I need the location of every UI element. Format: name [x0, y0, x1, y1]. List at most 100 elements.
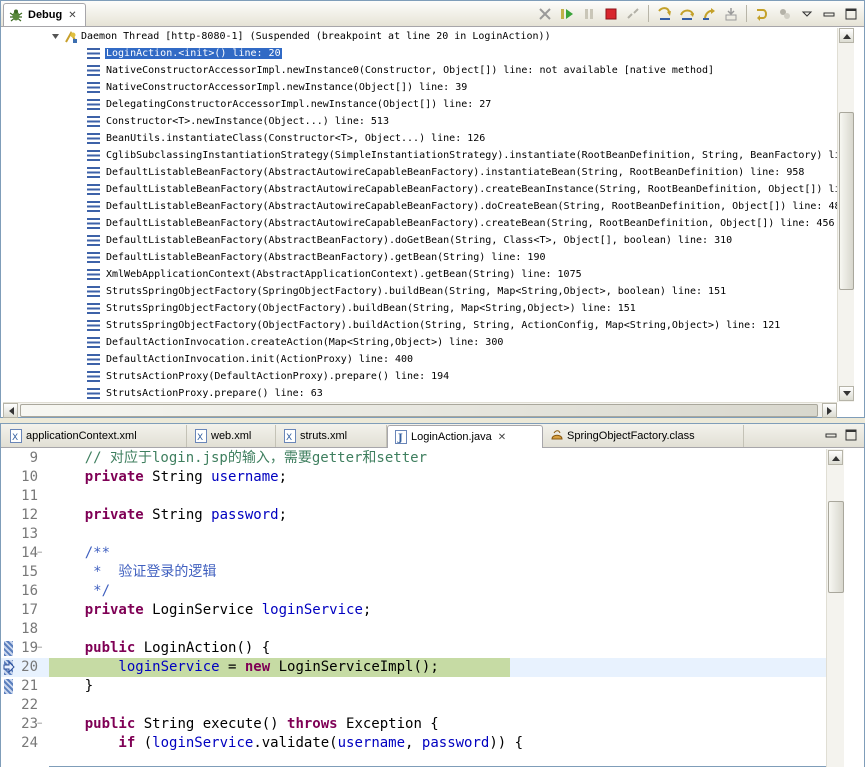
code-line[interactable]: 15 * 验证登录的逻辑 [1, 563, 826, 582]
stack-frame-row[interactable]: DefaultListableBeanFactory(AbstractAutow… [87, 181, 837, 198]
stack-frame-label: DefaultListableBeanFactory(AbstractAutow… [106, 218, 835, 229]
resume-icon[interactable] [557, 4, 576, 23]
code-line[interactable]: 14− /** [1, 544, 826, 563]
fold-toggle-icon[interactable]: − [37, 644, 46, 653]
stack-frame-row[interactable]: DefaultListableBeanFactory(AbstractBeanF… [87, 249, 837, 266]
stack-frame-row[interactable]: DefaultActionInvocation.createAction(Map… [87, 334, 837, 351]
stack-frame-row[interactable]: DefaultListableBeanFactory(AbstractAutow… [87, 198, 837, 215]
scroll-up-arrow[interactable] [839, 28, 854, 43]
editor-vertical-scrollbar[interactable] [826, 449, 844, 767]
breakpoint-marker[interactable] [4, 641, 13, 656]
stack-frame-row[interactable]: DefaultListableBeanFactory(AbstractAutow… [87, 164, 837, 181]
stack-frame-row[interactable]: StrutsSpringObjectFactory(ObjectFactory)… [87, 300, 837, 317]
scroll-left-arrow[interactable] [3, 403, 18, 418]
tab-struts-xml[interactable]: X struts.xml [277, 425, 387, 447]
code-text: } [51, 677, 93, 696]
terminate-icon[interactable] [601, 4, 620, 23]
suspend-icon[interactable] [579, 4, 598, 23]
debug-stack-tree[interactable]: Daemon Thread [http-8080-1] (Suspended (… [3, 28, 837, 401]
stack-frame-row[interactable]: XmlWebApplicationContext(AbstractApplica… [87, 266, 837, 283]
code-line[interactable]: 17 private LoginService loginService; [1, 601, 826, 620]
tab-loginaction-java[interactable]: J LoginAction.java ✕ [387, 425, 543, 448]
stack-frame-row[interactable]: BeanUtils.instantiateClass(Constructor<T… [87, 130, 837, 147]
debug-tab[interactable]: Debug ✕ [3, 3, 86, 26]
code-line[interactable]: 21 } [1, 677, 826, 696]
code-line[interactable]: 9 // 对应于login.jsp的输入，需要getter和setter [1, 449, 826, 468]
code-token: Exception { [337, 716, 439, 732]
view-menu-icon[interactable] [775, 4, 794, 23]
scroll-thumb[interactable] [20, 404, 818, 417]
code-line[interactable]: 11 [1, 487, 826, 506]
stack-frame-row[interactable]: NativeConstructorAccessorImpl.newInstanc… [87, 62, 837, 79]
code-line[interactable]: 12 private String password; [1, 506, 826, 525]
maximize-icon[interactable] [844, 428, 858, 442]
close-icon[interactable]: ✕ [498, 432, 506, 443]
xml-file-icon: X [9, 429, 22, 443]
stack-frame-row[interactable]: LoginAction.<init>() line: 20 [87, 45, 837, 62]
minimize-icon[interactable] [824, 428, 838, 442]
code-token: .validate( [253, 735, 338, 751]
code-line[interactable]: 19− public LoginAction() { [1, 639, 826, 658]
fold-toggle-icon[interactable]: − [37, 549, 46, 558]
scroll-up-arrow[interactable] [828, 450, 843, 465]
remove-terminated-icon[interactable] [535, 4, 554, 23]
fold-toggle-icon[interactable]: − [37, 720, 46, 729]
code-line[interactable]: 16 */ [1, 582, 826, 601]
stack-frame-icon [87, 303, 100, 314]
stack-frame-icon [87, 269, 100, 280]
code-token: , [405, 735, 422, 751]
code-text: public String execute() throws Exception… [51, 715, 439, 734]
code-text: if (loginService.validate(username, pass… [51, 734, 523, 753]
xml-file-icon: X [194, 429, 207, 443]
drop-to-frame-icon[interactable] [721, 4, 740, 23]
maximize-icon[interactable] [841, 4, 860, 23]
scroll-down-arrow[interactable] [839, 386, 854, 401]
stack-frame-label: DefaultListableBeanFactory(AbstractBeanF… [106, 252, 546, 263]
disconnect-icon[interactable] [623, 4, 642, 23]
step-into-icon[interactable] [655, 4, 674, 23]
tab-springobjectfactory-class[interactable]: SpringObjectFactory.class [544, 425, 744, 447]
code-line[interactable]: 10 private String username; [1, 468, 826, 487]
code-text: private String username; [51, 468, 287, 487]
scroll-right-arrow[interactable] [822, 403, 837, 418]
stack-frame-row[interactable]: DelegatingConstructorAccessorImpl.newIns… [87, 96, 837, 113]
tab-web-xml[interactable]: X web.xml [188, 425, 276, 447]
breakpoint-marker[interactable] [4, 679, 13, 694]
debug-vertical-scrollbar[interactable] [837, 28, 854, 402]
code-line[interactable]: 20 loginService = new LoginServiceImpl()… [1, 658, 826, 677]
stack-frame-row[interactable]: DefaultListableBeanFactory(AbstractAutow… [87, 215, 837, 232]
overview-ruler[interactable] [844, 449, 864, 767]
stack-frame-row[interactable]: DefaultListableBeanFactory(AbstractBeanF… [87, 232, 837, 249]
step-over-icon[interactable] [677, 4, 696, 23]
stack-frame-row[interactable]: StrutsActionProxy(DefaultActionProxy).pr… [87, 368, 837, 385]
stack-frame-row[interactable]: StrutsSpringObjectFactory(ObjectFactory)… [87, 317, 837, 334]
scroll-thumb[interactable] [828, 501, 844, 593]
step-return-icon[interactable] [699, 4, 718, 23]
stack-frame-row[interactable]: NativeConstructorAccessorImpl.newInstanc… [87, 79, 837, 96]
thread-row[interactable]: Daemon Thread [http-8080-1] (Suspended (… [51, 29, 551, 44]
collapse-icon[interactable] [51, 32, 60, 41]
close-icon[interactable]: ✕ [68, 10, 76, 21]
chevron-down-icon[interactable] [797, 4, 816, 23]
code-line[interactable]: 23− public String execute() throws Excep… [1, 715, 826, 734]
stack-frame-label: StrutsActionProxy.prepare() line: 63 [106, 388, 323, 399]
debug-horizontal-scrollbar[interactable] [3, 402, 837, 418]
code-line[interactable]: 18 [1, 620, 826, 639]
minimize-icon[interactable] [819, 4, 838, 23]
stack-frames: LoginAction.<init>() line: 20 NativeConst… [87, 45, 837, 401]
stack-frame-row[interactable]: CglibSubclassingInstantiationStrategy(Si… [87, 147, 837, 164]
code-line[interactable]: 24 if (loginService.validate(username, p… [1, 734, 826, 753]
stack-frame-row[interactable]: StrutsActionProxy.prepare() line: 63 [87, 385, 837, 401]
code-line[interactable]: 13 [1, 525, 826, 544]
code-line[interactable]: 22 [1, 696, 826, 715]
scroll-thumb[interactable] [839, 112, 854, 290]
stack-frame-row[interactable]: Constructor<T>.newInstance(Object...) li… [87, 113, 837, 130]
stack-frame-row[interactable]: DefaultActionInvocation.init(ActionProxy… [87, 351, 837, 368]
line-number: 24 [21, 735, 38, 751]
code-area[interactable]: 9 // 对应于login.jsp的输入，需要getter和setter 10 p… [1, 449, 826, 767]
code-text: * 验证登录的逻辑 [51, 563, 216, 582]
stack-frame-row[interactable]: StrutsSpringObjectFactory(SpringObjectFa… [87, 283, 837, 300]
use-step-filters-icon[interactable] [753, 4, 772, 23]
tab-applicationcontext-xml[interactable]: X applicationContext.xml [3, 425, 187, 447]
stack-frame-icon [87, 167, 100, 178]
